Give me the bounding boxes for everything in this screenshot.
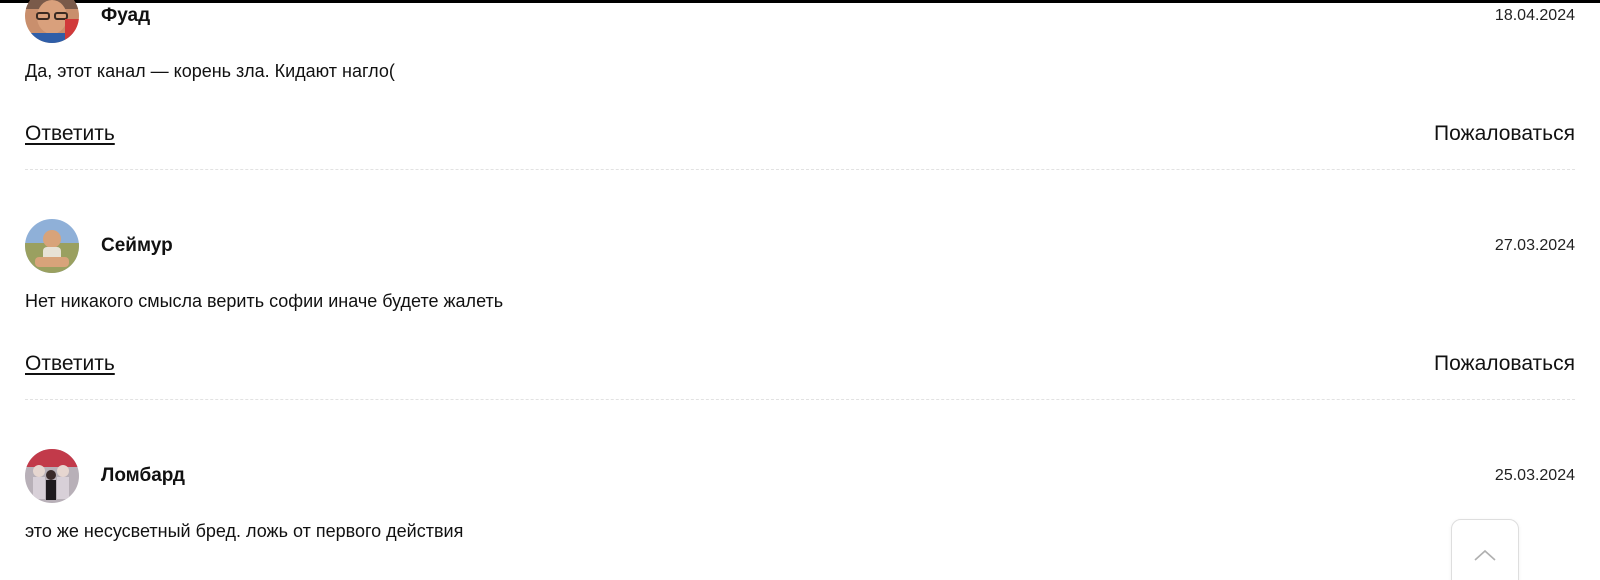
comment-item: Сеймур 27.03.2024 Нет никакого смысла ве… <box>25 219 1575 400</box>
avatar[interactable] <box>25 449 79 503</box>
report-link[interactable]: Пожаловаться <box>1434 122 1575 146</box>
comment-author: Фуад <box>101 5 151 26</box>
comment-author: Сеймур <box>101 235 173 256</box>
report-link[interactable]: Пожаловаться <box>1434 352 1575 376</box>
comment-date: 25.03.2024 <box>1494 467 1575 484</box>
comment-author: Ломбард <box>101 465 185 486</box>
avatar[interactable] <box>25 0 79 43</box>
comment-divider <box>25 169 1575 170</box>
scroll-to-top-button[interactable] <box>1451 519 1519 580</box>
comments-page: Фуад 18.04.2024 Да, этот канал — корень … <box>0 0 1600 580</box>
comment-item: Фуад 18.04.2024 Да, этот канал — корень … <box>25 0 1575 170</box>
comment-text: Да, этот канал — корень зла. Кидают нагл… <box>25 61 395 81</box>
comment-text: Нет никакого смысла верить софии иначе б… <box>25 291 504 311</box>
comment-date: 27.03.2024 <box>1494 237 1575 254</box>
comment-divider <box>25 399 1575 400</box>
comment-date: 18.04.2024 <box>1494 7 1575 24</box>
avatar[interactable] <box>25 219 79 273</box>
comment-header: Фуад 18.04.2024 <box>25 0 1575 45</box>
chevron-up-icon <box>1474 548 1496 566</box>
comment-text: это же несусветный бред. ложь от первого… <box>25 521 464 541</box>
comment-header: Ломбард 25.03.2024 <box>25 449 1575 505</box>
reply-link[interactable]: Ответить <box>25 122 115 146</box>
comment-item: Ломбард 25.03.2024 это же несусветный бр… <box>25 449 1575 541</box>
comment-header: Сеймур 27.03.2024 <box>25 219 1575 275</box>
reply-link[interactable]: Ответить <box>25 352 115 376</box>
